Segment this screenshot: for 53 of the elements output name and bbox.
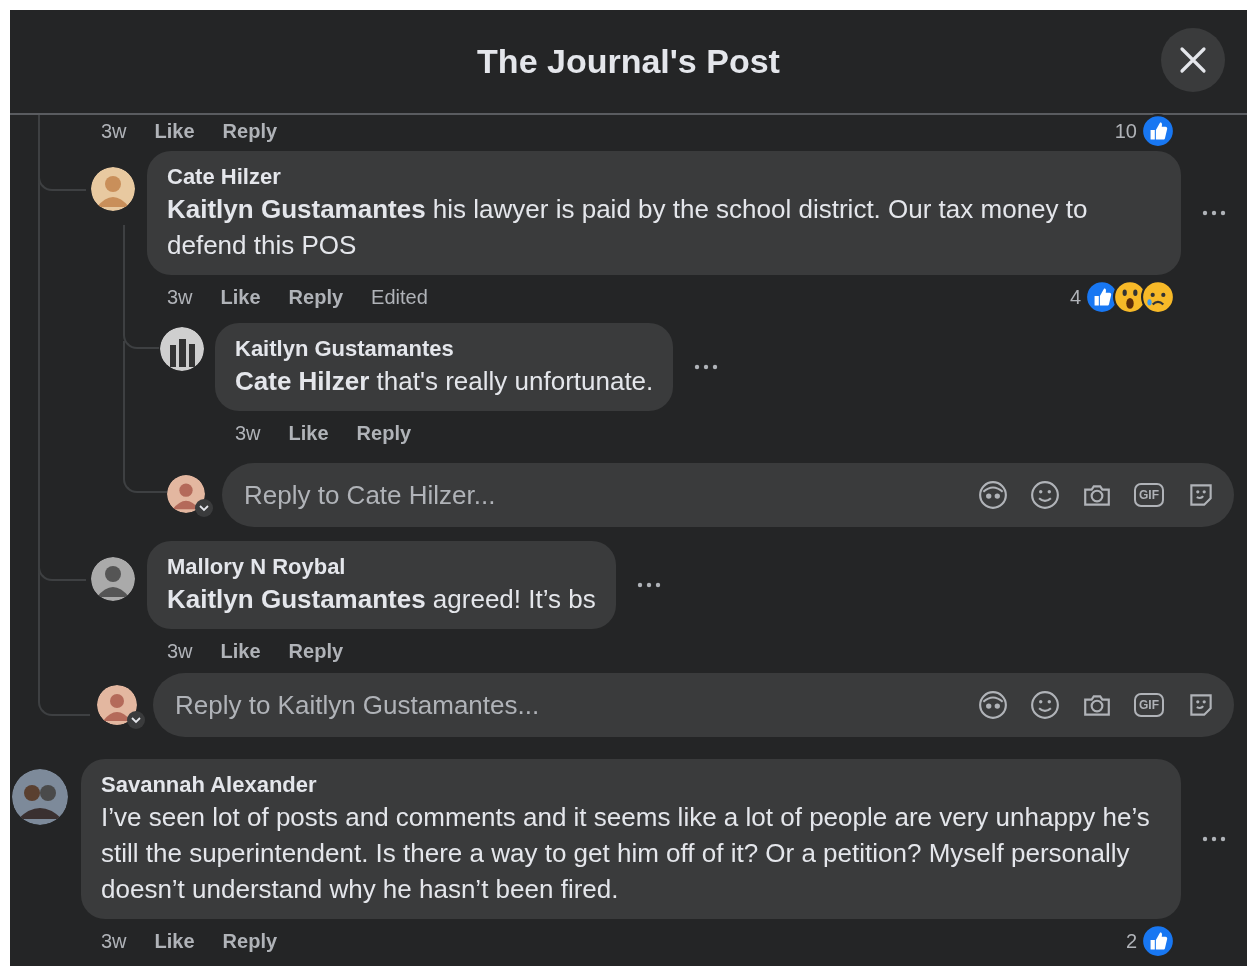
comment-time: 3w [235, 421, 261, 445]
avatar[interactable] [97, 685, 137, 725]
comment-author[interactable]: Cate Hilzer [167, 163, 1161, 191]
like-link[interactable]: Like [220, 285, 261, 309]
reply-field[interactable]: Reply to Cate Hilzer... GIF [222, 463, 1234, 527]
like-link[interactable]: Like [288, 421, 329, 445]
comment-author[interactable]: Kaitlyn Gustamantes [235, 335, 654, 363]
smiley-icon[interactable] [1030, 690, 1060, 720]
reply-link[interactable]: Reply [222, 929, 278, 953]
gif-button[interactable]: GIF [1134, 693, 1164, 717]
like-link[interactable]: Like [220, 639, 261, 663]
comment-text: I’ve seen lot of posts and comments and it seems like a lot of people are very unhappy he’s still the superintendent. Is there a way to get him off of it? Or a petition? Myself personally doesn’t understand why he hasn’t been fired. [101, 801, 1151, 906]
more-icon [1202, 836, 1226, 842]
comment-text: Cate Hilzer that's really unfortunate. [235, 365, 654, 398]
reaction-count: 4 [1069, 285, 1081, 309]
avatar-icon[interactable] [978, 480, 1008, 510]
edited-label: Edited [371, 285, 428, 309]
comment-time: 3w [101, 119, 127, 143]
sad-reaction-icon [1141, 280, 1175, 314]
avatar-icon[interactable] [978, 690, 1008, 720]
like-link[interactable]: Like [154, 929, 195, 953]
avatar[interactable] [12, 769, 68, 825]
chevron-icon[interactable] [195, 499, 213, 517]
like-reaction-icon [1141, 924, 1175, 958]
avatar[interactable] [91, 557, 135, 601]
avatar[interactable] [167, 475, 205, 513]
chevron-icon[interactable] [127, 711, 145, 729]
comment-time: 3w [167, 639, 193, 663]
like-reaction-icon [1141, 114, 1175, 148]
reply-link[interactable]: Reply [288, 639, 344, 663]
reaction-count: 10 [1114, 119, 1137, 143]
like-link[interactable]: Like [154, 119, 195, 143]
thread-connector [38, 669, 90, 716]
close-icon [1178, 45, 1208, 75]
comment-text: Kaitlyn Gustamantes his lawyer is paid by the school district. Our tax money to defend this POS [167, 193, 1089, 262]
more-icon [1202, 210, 1226, 216]
reaction-count: 2 [1125, 929, 1137, 953]
comment-author[interactable]: Mallory N Roybal [167, 553, 596, 581]
comment-time: 3w [101, 929, 127, 953]
comment-text: Kaitlyn Gustamantes agreed! It’s bs [167, 583, 596, 616]
comment-time: 3w [167, 285, 193, 309]
reply-link[interactable]: Reply [356, 421, 412, 445]
more-icon [694, 364, 719, 370]
comment-author[interactable]: Savannah Alexander [101, 771, 1161, 799]
avatar[interactable] [160, 327, 204, 371]
avatar[interactable] [91, 167, 135, 211]
more-icon [636, 582, 661, 588]
smiley-icon[interactable] [1030, 480, 1060, 510]
reply-link[interactable]: Reply [288, 285, 344, 309]
reply-link[interactable]: Reply [222, 119, 278, 143]
gif-button[interactable]: GIF [1134, 483, 1164, 507]
window-title: The Journal's Post [477, 42, 780, 81]
reply-field[interactable]: Reply to Kaitlyn Gustamantes... GIF [153, 673, 1234, 737]
